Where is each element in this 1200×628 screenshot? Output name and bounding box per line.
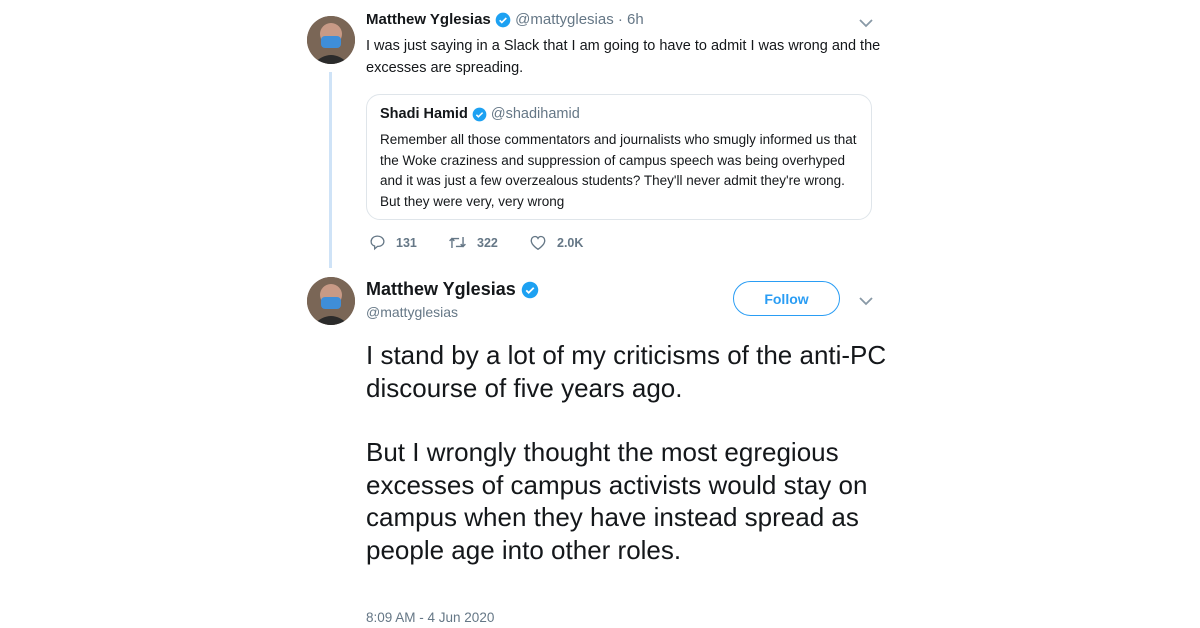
author-name[interactable]: Matthew Yglesias	[366, 11, 491, 28]
chevron-down-icon[interactable]	[858, 16, 874, 34]
quote-text: Remember all those commentators and jour…	[380, 132, 857, 209]
quote-header: Shadi Hamid @shadihamid	[380, 106, 580, 122]
quote-author-name: Shadi Hamid	[380, 106, 468, 122]
tweet-text: I was just saying in a Slack that I am g…	[366, 38, 881, 76]
verified-badge-icon	[472, 107, 487, 122]
like-icon	[530, 235, 546, 251]
reply-icon	[370, 235, 385, 251]
avatar[interactable]	[307, 16, 355, 64]
author-name[interactable]: Matthew Yglesias	[366, 279, 516, 299]
follow-button[interactable]: Follow	[733, 281, 840, 316]
tweet-time[interactable]: · 6h	[618, 11, 644, 28]
tweet-header: Matthew Yglesias @mattyglesias · 6h	[366, 11, 644, 28]
tweet-timestamp[interactable]: 8:09 AM - 4 Jun 2020	[366, 610, 494, 625]
reply-count: 131	[396, 235, 417, 250]
retweet-count: 322	[477, 235, 498, 250]
retweet-button[interactable]: 322	[448, 234, 498, 251]
author-handle[interactable]: @mattyglesias	[515, 11, 614, 28]
tweet-text-paragraph: But I wrongly thought the most egregious…	[366, 437, 868, 565]
tweet-text-paragraph: I stand by a lot of my criticisms of the…	[366, 340, 887, 403]
avatar[interactable]	[307, 277, 355, 325]
like-count: 2.0K	[557, 235, 584, 250]
verified-badge-icon	[521, 282, 538, 299]
author-handle[interactable]: @mattyglesias	[366, 304, 458, 320]
thread-line	[329, 72, 332, 268]
tweet-header: Matthew Yglesias	[366, 279, 539, 300]
reply-button[interactable]: 131	[369, 234, 417, 251]
verified-badge-icon	[495, 12, 511, 28]
like-button[interactable]: 2.0K	[529, 234, 583, 251]
chevron-down-icon[interactable]	[858, 294, 874, 312]
retweet-icon	[449, 236, 466, 249]
quote-author-handle: @shadihamid	[490, 106, 580, 122]
